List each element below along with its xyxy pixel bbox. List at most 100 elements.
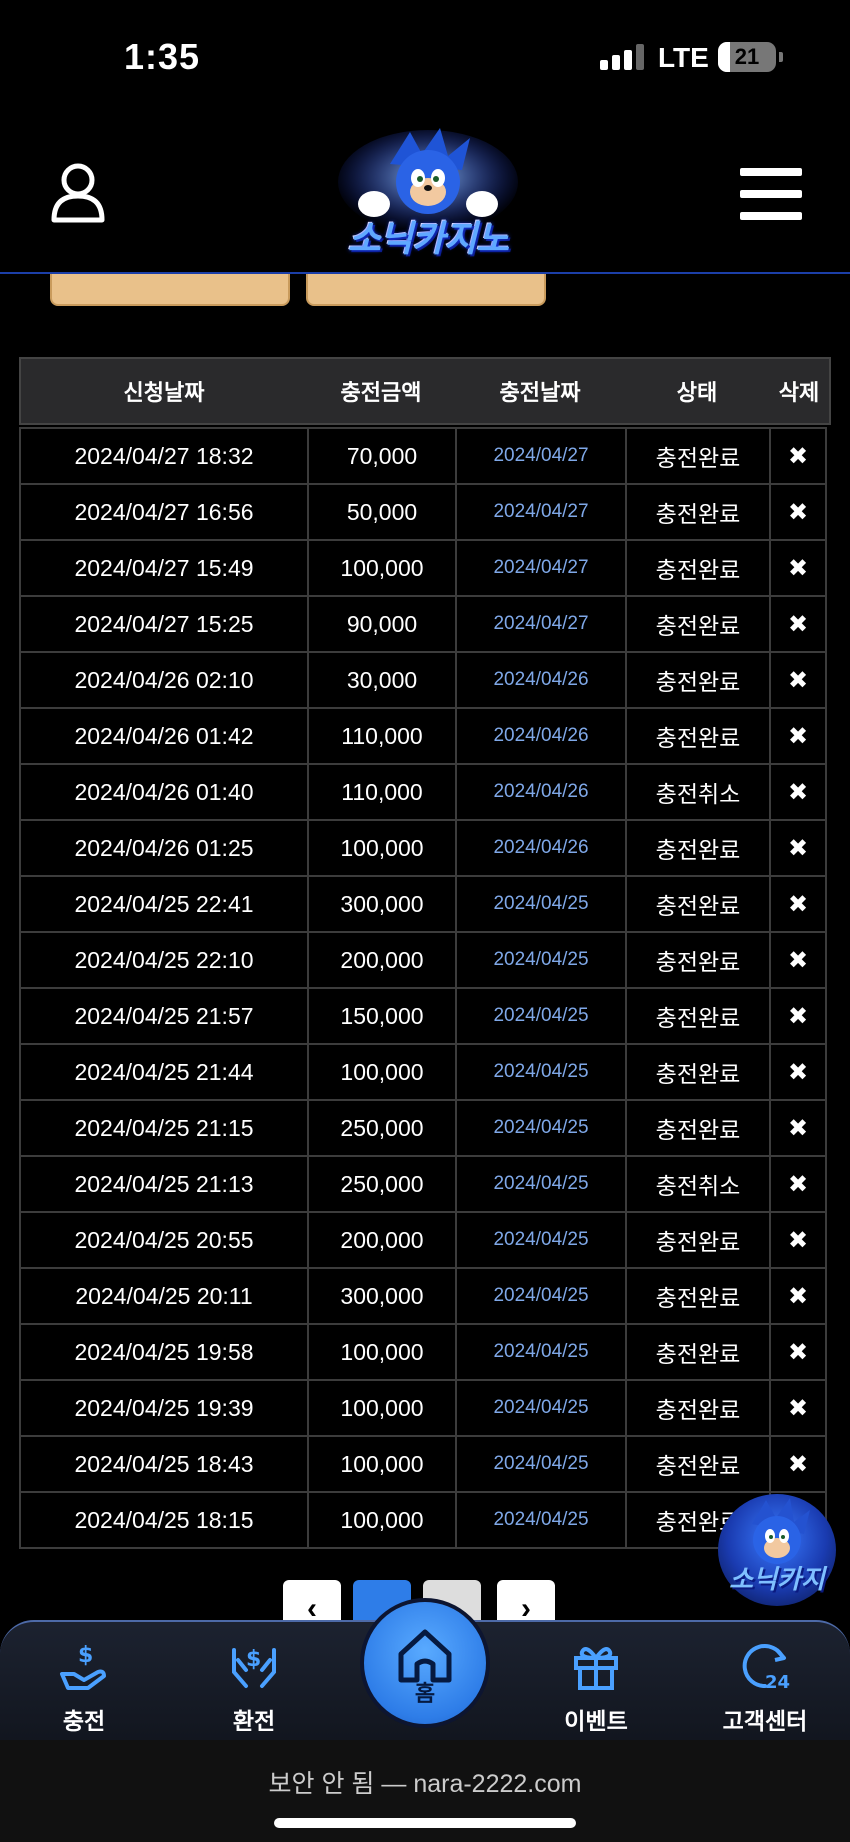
cell-deposit-date: 2024/04/26: [455, 819, 627, 877]
cell-deposit-date: 2024/04/26: [455, 763, 627, 821]
close-icon: ✖: [787, 834, 809, 862]
nav-deposit-label: 충전: [62, 1708, 106, 1734]
delete-button[interactable]: ✖: [769, 651, 827, 709]
user-icon[interactable]: [50, 162, 106, 224]
delete-button[interactable]: ✖: [769, 427, 827, 485]
cell-deposit-date: 2024/04/27: [455, 427, 627, 485]
nav-deposit[interactable]: $ 충전: [24, 1640, 144, 1736]
nav-withdraw[interactable]: $ 환전: [194, 1640, 314, 1736]
cell-status: 충전완료: [625, 651, 771, 709]
cell-amount: 100,000: [307, 1323, 457, 1381]
delete-button[interactable]: ✖: [769, 483, 827, 541]
cell-deposit-date: 2024/04/26: [455, 651, 627, 709]
table-row: 2024/04/26 01:42 110,000 2024/04/26 충전완료 ✖: [19, 707, 831, 765]
delete-button[interactable]: ✖: [769, 1267, 827, 1325]
delete-button[interactable]: ✖: [769, 931, 827, 989]
nav-support[interactable]: 24 고객센터: [705, 1640, 825, 1736]
delete-button[interactable]: ✖: [769, 763, 827, 821]
delete-button[interactable]: ✖: [769, 539, 827, 597]
cell-request-date: 2024/04/25 22:10: [19, 931, 309, 989]
close-icon: ✖: [787, 554, 809, 582]
cell-status: 충전완료: [625, 1043, 771, 1101]
cell-deposit-date: 2024/04/27: [455, 483, 627, 541]
cell-amount: 150,000: [307, 987, 457, 1045]
cell-status: 충전완료: [625, 987, 771, 1045]
cell-amount: 70,000: [307, 427, 457, 485]
nav-event-label: 이벤트: [564, 1708, 628, 1734]
cell-request-date: 2024/04/25 21:15: [19, 1099, 309, 1157]
cell-amount: 100,000: [307, 819, 457, 877]
cell-request-date: 2024/04/26 01:42: [19, 707, 309, 765]
table-row: 2024/04/25 21:44 100,000 2024/04/25 충전완료 ✖: [19, 1043, 831, 1101]
cell-amount: 100,000: [307, 1379, 457, 1437]
table-row: 2024/04/26 01:25 100,000 2024/04/26 충전완료 ✖: [19, 819, 831, 877]
browser-url-bar[interactable]: 보안 안 됨 — nara-2222.com: [0, 1740, 850, 1842]
cell-request-date: 2024/04/25 21:44: [19, 1043, 309, 1101]
cell-status: 충전완료: [625, 539, 771, 597]
close-icon: ✖: [787, 778, 809, 806]
cell-deposit-date: 2024/04/26: [455, 707, 627, 765]
cell-status: 충전완료: [625, 483, 771, 541]
close-icon: ✖: [787, 442, 809, 470]
cell-request-date: 2024/04/27 18:32: [19, 427, 309, 485]
close-icon: ✖: [787, 1394, 809, 1422]
cell-deposit-date: 2024/04/27: [455, 595, 627, 653]
close-icon: ✖: [787, 610, 809, 638]
menu-icon[interactable]: [740, 168, 802, 220]
delete-button[interactable]: ✖: [769, 1155, 827, 1213]
deposit-history-table: 신청날짜 충전금액 충전날짜 상태 삭제 2024/04/27 18:32 70,…: [19, 357, 831, 1549]
cell-deposit-date: 2024/04/25: [455, 1099, 627, 1157]
table-row: 2024/04/25 18:15100,0002024/04/25충전완료✖: [19, 1491, 831, 1549]
cell-request-date: 2024/04/25 19:58: [19, 1323, 309, 1381]
status-bar: 1:35 LTE 21: [0, 0, 850, 110]
delete-button[interactable]: ✖: [769, 1323, 827, 1381]
delete-button[interactable]: ✖: [769, 1099, 827, 1157]
table-row: 2024/04/25 22:41 300,000 2024/04/25 충전완료 ✖: [19, 875, 831, 933]
cell-status: 충전완료: [625, 1379, 771, 1437]
cell-amount: 100,000: [307, 1043, 457, 1101]
cell-amount: 250,000: [307, 1099, 457, 1157]
site-logo[interactable]: 소닉카지노: [330, 124, 526, 274]
delete-button[interactable]: ✖: [769, 987, 827, 1045]
table-body: 2024/04/27 18:32 70,000 2024/04/27 충전완료 ✖ 202…: [19, 427, 831, 1549]
svg-text:$: $: [246, 1647, 261, 1672]
delete-button[interactable]: ✖: [769, 819, 827, 877]
delete-button[interactable]: ✖: [769, 1435, 827, 1493]
cell-amount: 110,000: [307, 763, 457, 821]
delete-button[interactable]: ✖: [769, 707, 827, 765]
cell-deposit-date: 2024/04/25: [455, 1435, 627, 1493]
table-header: 신청날짜 충전금액 충전날짜 상태 삭제: [19, 357, 831, 425]
cell-deposit-date: 2024/04/25: [455, 1043, 627, 1101]
svg-text:24: 24: [765, 1672, 790, 1692]
close-icon: ✖: [787, 498, 809, 526]
site-header: 소닉카지노: [0, 110, 850, 274]
delete-button[interactable]: ✖: [769, 1379, 827, 1437]
cell-request-date: 2024/04/26 01:40: [19, 763, 309, 821]
table-row: 2024/04/25 19:39 100,000 2024/04/25 충전완료 ✖: [19, 1379, 831, 1437]
floating-mascot-text: 소닉카지: [729, 1564, 825, 1594]
close-icon: ✖: [787, 722, 809, 750]
floating-mascot-button[interactable]: 소닉카지: [718, 1494, 836, 1606]
deposit-icon: $: [60, 1643, 106, 1690]
close-icon: ✖: [787, 1002, 809, 1030]
table-row: 2024/04/26 02:10 30,000 2024/04/26 충전완료 ✖: [19, 651, 831, 709]
cell-amount: 100,000: [307, 539, 457, 597]
table-row: 2024/04/25 20:55 200,000 2024/04/25 충전완료 ✖: [19, 1211, 831, 1269]
delete-button[interactable]: ✖: [769, 875, 827, 933]
delete-button[interactable]: ✖: [769, 1043, 827, 1101]
table-row: 2024/04/27 15:25 90,000 2024/04/27 충전완료 ✖: [19, 595, 831, 653]
close-icon: ✖: [787, 1058, 809, 1086]
close-icon: ✖: [787, 1338, 809, 1366]
nav-event[interactable]: 이벤트: [536, 1640, 656, 1736]
cell-amount: 300,000: [307, 875, 457, 933]
nav-support-label: 고객센터: [722, 1708, 808, 1734]
network-type: LTE: [658, 42, 709, 73]
cell-deposit-date: 2024/04/25: [455, 987, 627, 1045]
delete-button[interactable]: ✖: [769, 1211, 827, 1269]
table-row: 2024/04/25 21:15 250,000 2024/04/25 충전완료 ✖: [19, 1099, 831, 1157]
cell-deposit-date: 2024/04/25: [455, 1211, 627, 1269]
cell-status: 충전취소: [625, 763, 771, 821]
nav-home[interactable]: 홈: [360, 1598, 490, 1728]
delete-button[interactable]: ✖: [769, 595, 827, 653]
home-indicator[interactable]: [274, 1818, 576, 1828]
